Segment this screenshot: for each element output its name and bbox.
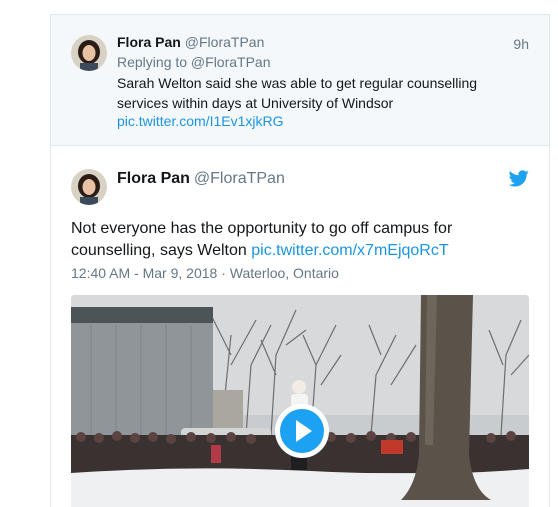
tweet-text: Sarah Welton said she was able to get re… — [117, 75, 478, 111]
avatar[interactable] — [71, 169, 107, 205]
author-handle[interactable]: @FloraTPan — [185, 34, 265, 50]
author-name[interactable]: Flora Pan — [117, 170, 190, 187]
twitter-bird-icon[interactable] — [508, 170, 529, 187]
author-name[interactable]: Flora Pan — [117, 34, 181, 50]
play-button[interactable] — [273, 402, 331, 460]
play-icon — [275, 404, 329, 458]
tweet-meta: 12:40 AM - Mar 9, 2018 · Waterloo, Ontar… — [71, 265, 339, 281]
replying-to: Replying to @FloraTPan — [117, 54, 271, 70]
avatar[interactable] — [71, 35, 107, 71]
tweet-time[interactable]: 9h — [513, 36, 529, 52]
reply-tweet[interactable]: Flora Pan @FloraTPan 9h Replying to @Flor… — [51, 15, 549, 146]
author-handle[interactable]: @FloraTPan — [194, 170, 285, 187]
tweet-timestamp[interactable]: 12:40 AM - Mar 9, 2018 — [71, 265, 217, 281]
tweet-location[interactable]: Waterloo, Ontario — [230, 265, 339, 281]
video-thumbnail[interactable] — [71, 295, 529, 507]
main-tweet: Flora Pan @FloraTPan Not everyone has the… — [51, 146, 549, 507]
reply-author[interactable]: Flora Pan @FloraTPan — [117, 34, 264, 50]
main-author[interactable]: Flora Pan @FloraTPan — [117, 170, 285, 188]
tweet-thread: Flora Pan @FloraTPan 9h Replying to @Flor… — [50, 14, 550, 507]
tweet-media-link[interactable]: pic.twitter.com/I1Ev1xjkRG — [117, 113, 284, 129]
tweet-text: Not everyone has the opportunity to go o… — [71, 218, 511, 262]
tweet-media-link[interactable]: pic.twitter.com/x7mEjqoRcT — [251, 242, 448, 259]
meta-separator: · — [217, 265, 230, 281]
